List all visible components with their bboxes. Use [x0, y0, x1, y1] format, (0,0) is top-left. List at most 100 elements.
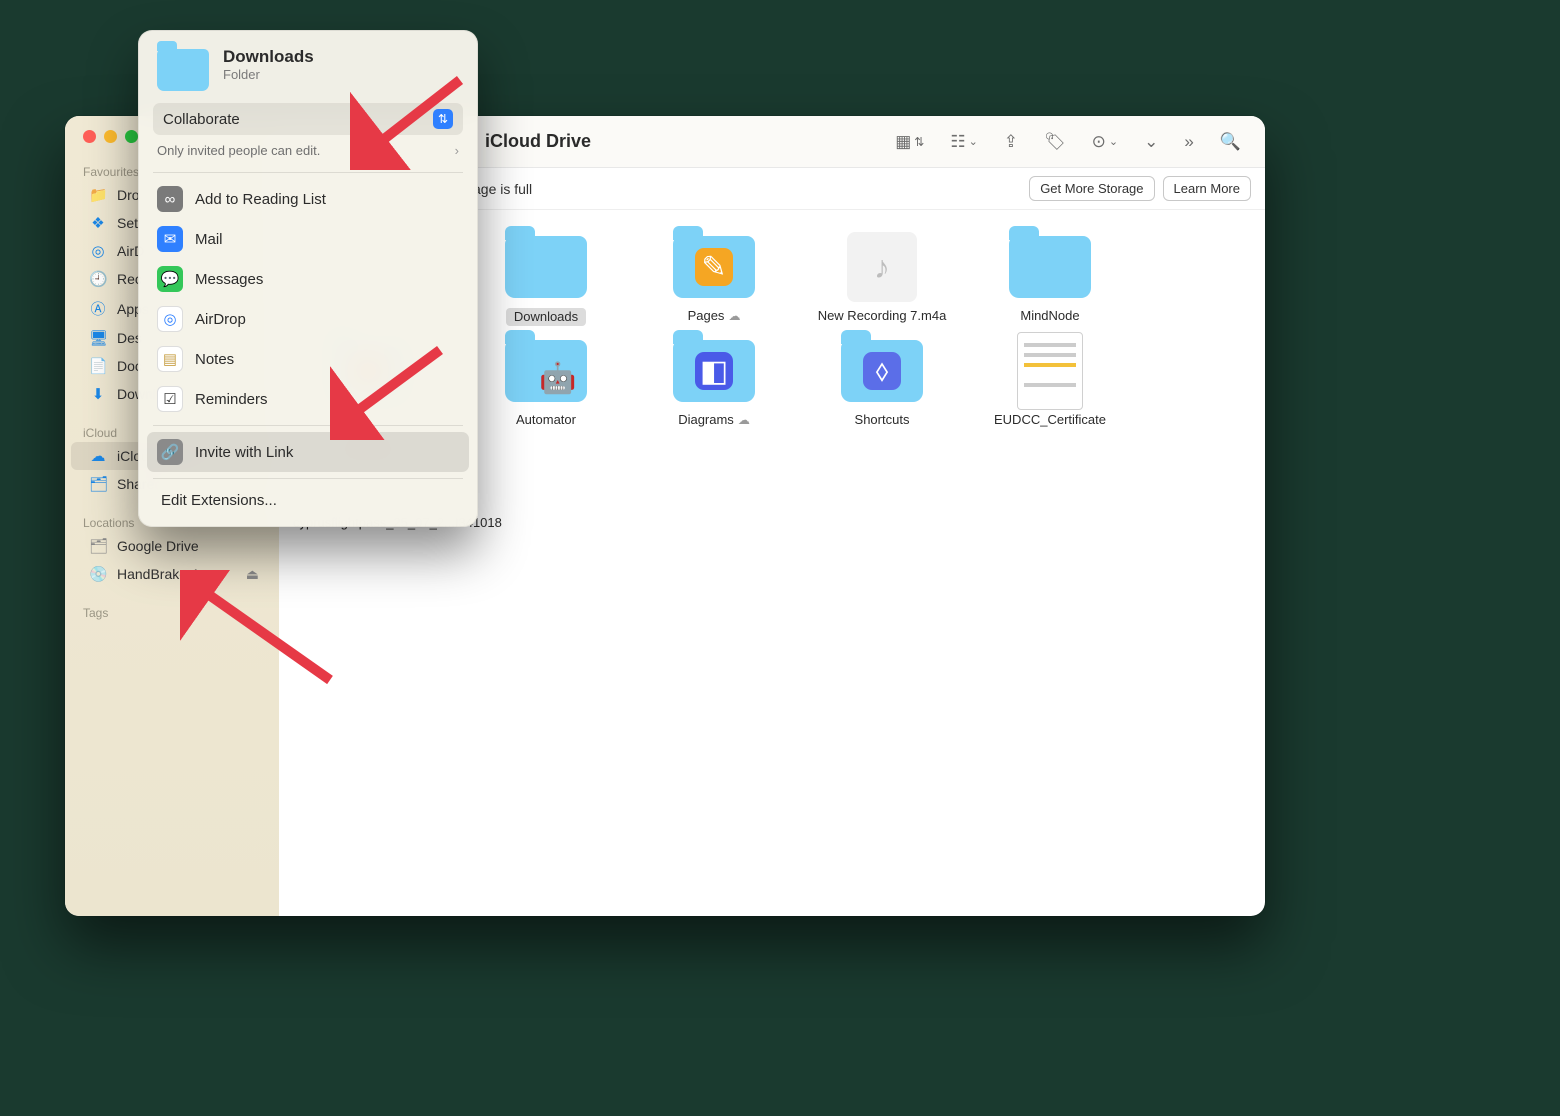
share-action-mail[interactable]: ✉ Mail [139, 219, 477, 259]
notes-icon: ▤ [157, 346, 183, 372]
file-name: EUDCC_Certificate [994, 412, 1106, 428]
minimize-window-button[interactable] [104, 130, 117, 143]
more-button[interactable]: ⊙⌄ [1086, 128, 1124, 156]
tag-icon: 🏷 [1044, 132, 1066, 152]
disk-icon: 💿 [89, 565, 107, 583]
share-action-reading-list[interactable]: ∞ Add to Reading List [139, 179, 477, 219]
folder-icon [505, 236, 587, 298]
tags-button[interactable]: 🏷 [1038, 128, 1072, 156]
select-label: Collaborate [163, 111, 240, 128]
learn-more-button[interactable]: Learn More [1163, 176, 1251, 201]
permission-text: Only invited people can edit. [157, 143, 320, 158]
overflow-button[interactable]: » [1178, 128, 1199, 156]
view-icons-button[interactable]: ▦⇅ [889, 128, 930, 156]
mail-icon: ✉ [157, 226, 183, 252]
folder-icon [157, 49, 209, 91]
share-button[interactable]: ⇪ [998, 128, 1024, 156]
chevron-right-icon: › [455, 143, 459, 158]
separator [153, 478, 463, 479]
audio-file-icon: ♪ [847, 232, 917, 302]
file-name: New Recording 7.m4a [818, 308, 947, 324]
search-icon: 🔍 [1220, 132, 1241, 152]
file-name: Pages☁ [688, 308, 741, 324]
folder-icon: ◧ [673, 340, 755, 402]
sidebar-item-label: HandBrake-1... [117, 566, 211, 582]
file-item[interactable]: ✎ Pages☁ [635, 232, 793, 326]
group-icon: ☷ [950, 132, 965, 152]
chevron-down-icon: ⌄ [969, 135, 978, 148]
action-label: Notes [195, 351, 234, 368]
zoom-window-button[interactable] [125, 130, 138, 143]
action-label: AirDrop [195, 311, 246, 328]
file-item[interactable]: EUDCC_Certificate [971, 336, 1129, 428]
share-icon: ⇪ [1004, 132, 1018, 152]
sidebar-section-tags: Tags [65, 600, 279, 622]
reading-list-icon: ∞ [157, 186, 183, 212]
folder-icon: 🤖 [505, 340, 587, 402]
share-action-messages[interactable]: 💬Messages [139, 259, 477, 299]
folder-icon [1009, 236, 1091, 298]
file-item[interactable]: 🤖 Automator [467, 336, 625, 428]
share-action-airdrop[interactable]: ◎ AirDrop [139, 299, 477, 339]
download-icon: ⬇ [89, 385, 107, 403]
action-label: Add to Reading List [195, 191, 326, 208]
permission-row[interactable]: Only invited people can edit. › [139, 139, 477, 166]
airdrop-icon: ◎ [89, 242, 107, 260]
invite-with-link-button[interactable]: 🔗Invite with Link [147, 432, 469, 472]
shared-folder-icon: 🗂 [89, 475, 107, 493]
close-window-button[interactable] [83, 130, 96, 143]
edit-extensions-button[interactable]: Edit Extensions... [139, 485, 477, 516]
action-label: Messages [195, 271, 263, 288]
collaborate-mode-select[interactable]: Collaborate ⇅ [153, 103, 463, 135]
folder-icon: ⬨ [841, 340, 923, 402]
file-name: Diagrams☁ [678, 412, 750, 428]
separator [153, 425, 463, 426]
file-item[interactable]: ⬨ Shortcuts [803, 336, 961, 428]
file-name: MindNode [1020, 308, 1079, 324]
popover-title: Downloads [223, 47, 314, 67]
clock-icon: 🕘 [89, 270, 107, 288]
cloud-download-icon: ☁ [738, 413, 750, 427]
overflow-chevron[interactable]: ⌄ [1138, 128, 1164, 156]
action-label: Reminders [195, 391, 268, 408]
app-overlay-icon: ✎ [695, 248, 733, 286]
separator [153, 172, 463, 173]
apps-icon: Ⓐ [89, 298, 107, 319]
chevron-right-double-icon: » [1184, 132, 1193, 152]
grid-icon: ▦ [895, 132, 911, 152]
popover-header: Downloads Folder [139, 45, 477, 103]
folder-icon: 🗂 [89, 537, 107, 555]
app-overlay-icon: ⬨ [863, 352, 901, 390]
file-item[interactable]: MindNode [971, 232, 1129, 326]
sidebar-item-label: Set [117, 215, 138, 231]
eject-icon[interactable]: ⏏ [246, 566, 259, 583]
reminders-icon: ☑ [157, 386, 183, 412]
folder-icon: 📁 [89, 186, 107, 204]
link-icon: 🔗 [157, 439, 183, 465]
share-action-notes[interactable]: ▤ Notes [139, 339, 477, 379]
share-action-reminders[interactable]: ☑ Reminders [139, 379, 477, 419]
chevron-updown-icon: ⇅ [433, 109, 453, 129]
file-name: Automator [516, 412, 576, 428]
action-label: Mail [195, 231, 223, 248]
dropbox-icon: ❖ [89, 214, 107, 232]
sidebar-item-google-drive[interactable]: 🗂 Google Drive [71, 532, 273, 560]
share-popover: Downloads Folder Collaborate ⇅ Only invi… [138, 30, 478, 527]
app-overlay-icon: ◧ [695, 352, 733, 390]
file-item[interactable]: Downloads [467, 232, 625, 326]
file-name: Downloads [506, 308, 586, 326]
document-icon: 📄 [89, 357, 107, 375]
sidebar-item-label: Dro [117, 187, 140, 203]
desktop-icon: 🖥 [89, 329, 107, 347]
sidebar-item-label: Google Drive [117, 538, 199, 554]
file-item[interactable]: ◧ Diagrams☁ [635, 336, 793, 428]
action-label: Edit Extensions... [157, 492, 277, 509]
airdrop-icon: ◎ [157, 306, 183, 332]
search-button[interactable]: 🔍 [1214, 128, 1247, 156]
file-item[interactable]: ♪ New Recording 7.m4a [803, 232, 961, 326]
chevron-down-icon: ⌄ [1144, 132, 1158, 152]
get-more-storage-button[interactable]: Get More Storage [1029, 176, 1154, 201]
sidebar-item-handbrake[interactable]: 💿 HandBrake-1... ⏏ [71, 560, 273, 588]
group-button[interactable]: ☷⌄ [944, 128, 983, 156]
app-overlay-icon: 🤖 [529, 354, 587, 402]
